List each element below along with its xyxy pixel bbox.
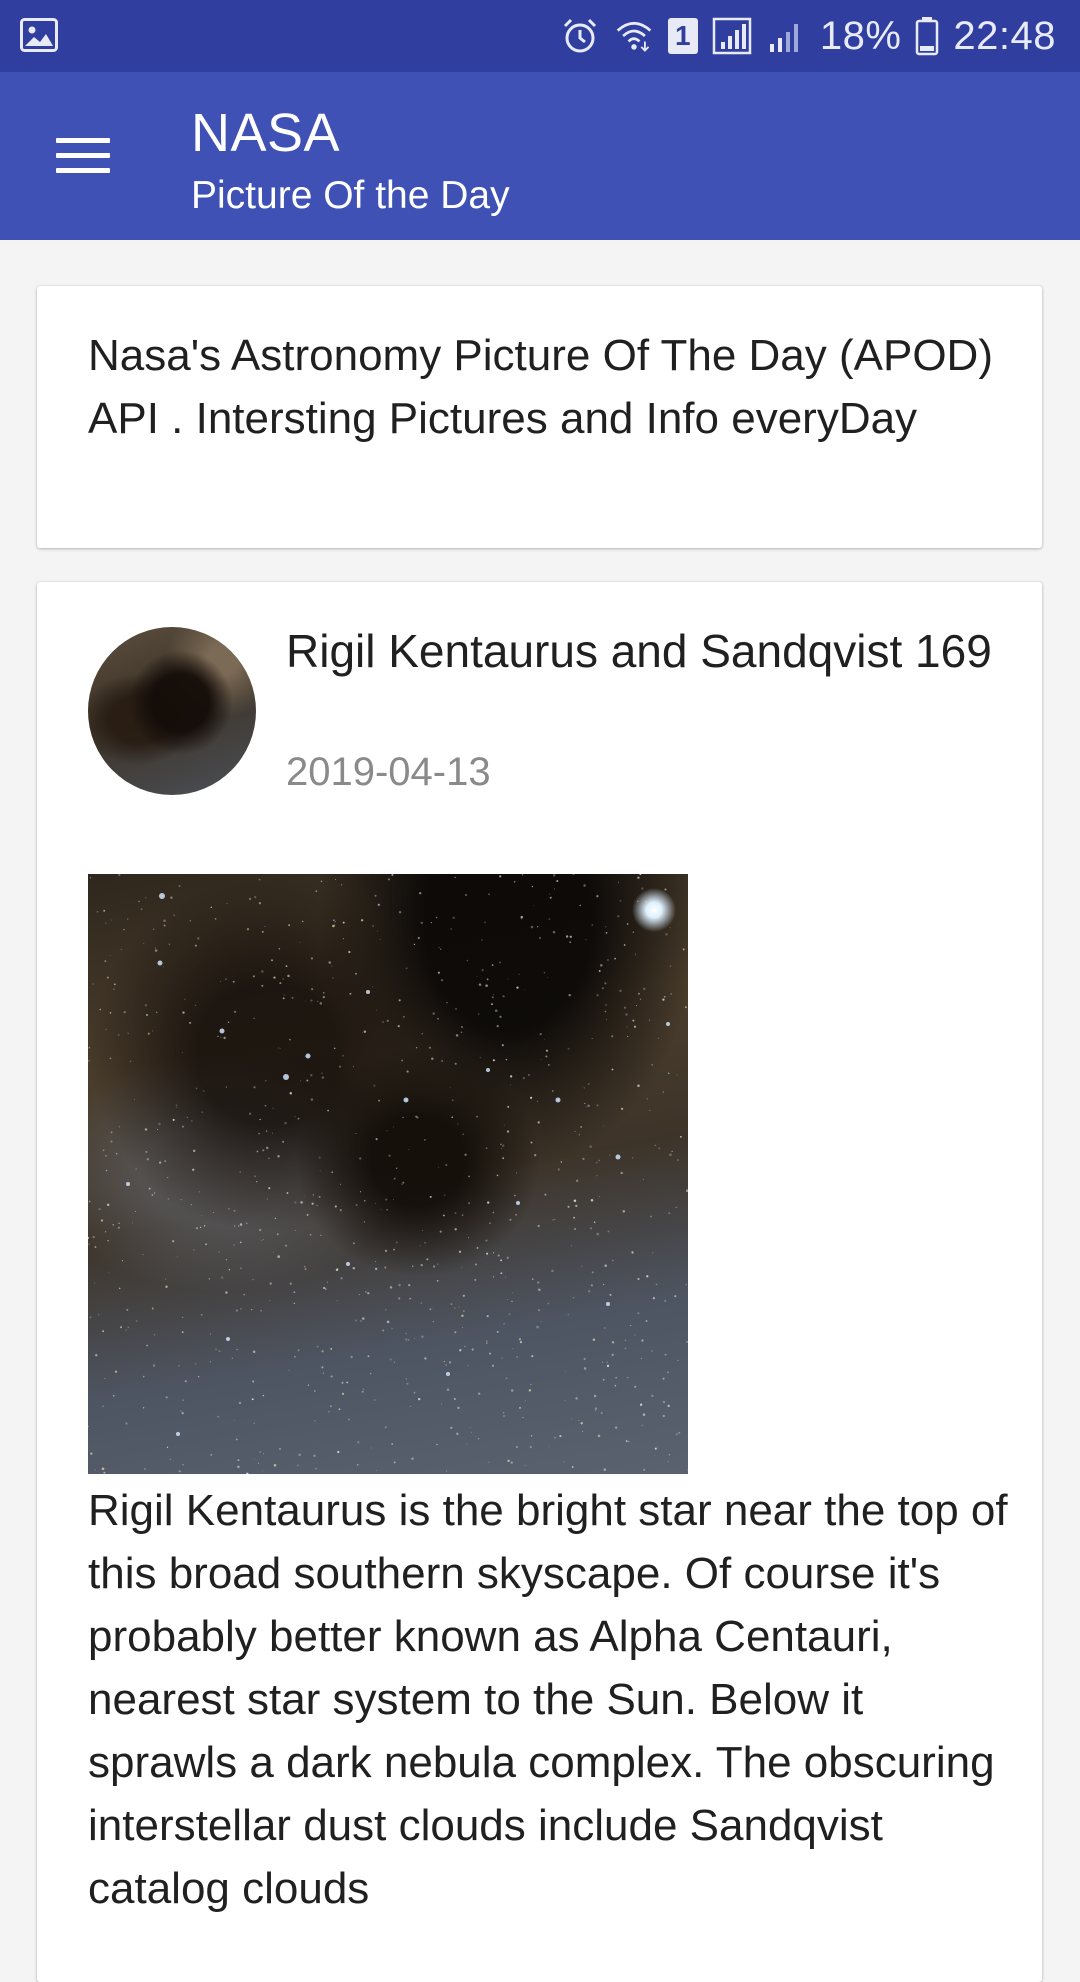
intro-card: Nasa's Astronomy Picture Of The Day (APO… — [37, 286, 1042, 548]
app-subtitle: Picture Of the Day — [191, 174, 510, 217]
apod-title: Rigil Kentaurus and Sandqvist 169 — [286, 625, 992, 677]
alarm-icon — [563, 18, 596, 53]
apod-description: Rigil Kentaurus is the bright star near … — [88, 1486, 1008, 1913]
signal-icon — [712, 17, 752, 55]
wifi-icon — [616, 21, 652, 52]
apod-thumbnail-avatar — [88, 627, 256, 795]
apod-card[interactable]: Rigil Kentaurus and Sandqvist 169 2019-0… — [37, 582, 1042, 1982]
clock: 22:48 — [953, 13, 1056, 58]
status-bar: 1 18% 22:48 — [0, 0, 1080, 72]
star-dust — [88, 874, 688, 1474]
gallery-icon — [20, 18, 58, 52]
app-bar: NASA Picture Of the Day — [0, 72, 1080, 240]
signal-weak-icon — [769, 24, 798, 52]
battery-percent: 18% — [819, 13, 902, 58]
intro-text: Nasa's Astronomy Picture Of The Day (APO… — [88, 331, 993, 443]
apod-image[interactable] — [88, 874, 688, 1474]
hamburger-menu-icon[interactable] — [40, 124, 128, 188]
sim1-badge-icon: 1 — [667, 18, 698, 54]
apod-starfield — [88, 874, 688, 1474]
battery-icon — [916, 17, 939, 56]
apod-date: 2019-04-13 — [286, 750, 491, 794]
bright-star — [632, 888, 676, 932]
app-title: NASA — [191, 103, 341, 163]
